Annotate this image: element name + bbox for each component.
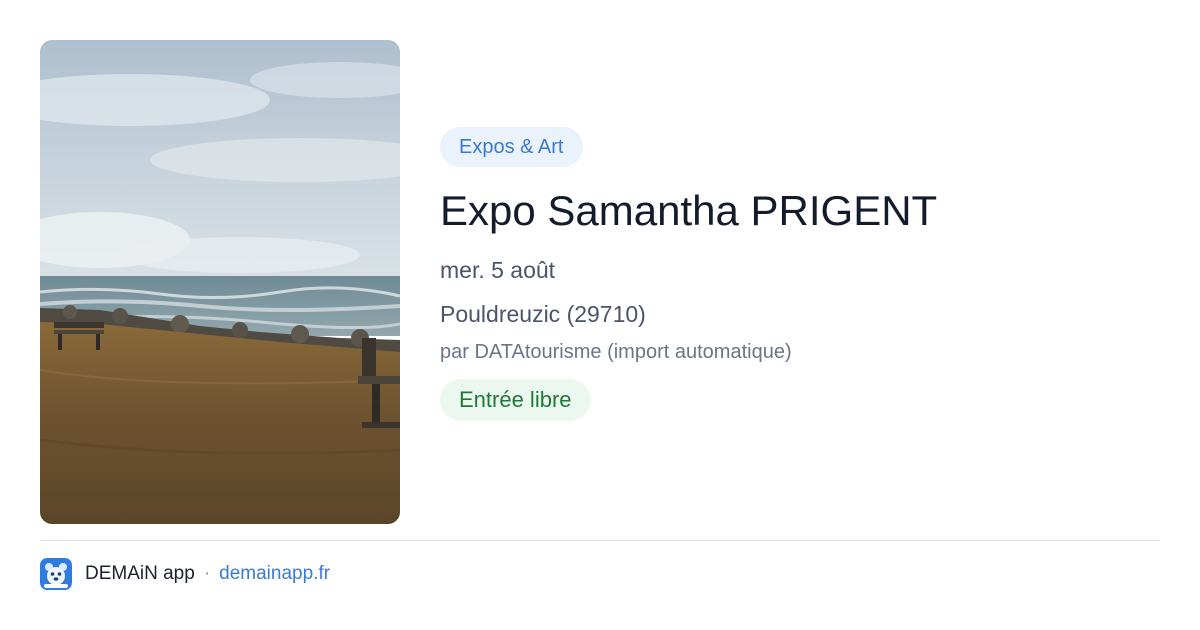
demain-app-icon bbox=[40, 558, 72, 590]
event-title: Expo Samantha PRIGENT bbox=[440, 187, 938, 234]
event-location: Pouldreuzic (29710) bbox=[440, 301, 646, 327]
site-link[interactable]: demainapp.fr bbox=[219, 563, 330, 585]
event-photo bbox=[40, 40, 400, 524]
event-share-card: Expos & Art Expo Samantha PRIGENT mer. 5… bbox=[0, 0, 1200, 630]
footer-separator: · bbox=[203, 563, 211, 584]
category-badge[interactable]: Expos & Art bbox=[440, 127, 583, 167]
event-date: mer. 5 août bbox=[440, 257, 556, 283]
price-badge: Entrée libre bbox=[440, 379, 591, 421]
footer: DEMAiN app · demainapp.fr bbox=[40, 558, 330, 590]
event-source: par DATAtourisme (import automatique) bbox=[440, 341, 792, 363]
event-info: Expos & Art Expo Samantha PRIGENT mer. 5… bbox=[440, 127, 1160, 421]
app-name: DEMAiN app bbox=[85, 563, 195, 584]
footer-divider bbox=[40, 540, 1160, 541]
